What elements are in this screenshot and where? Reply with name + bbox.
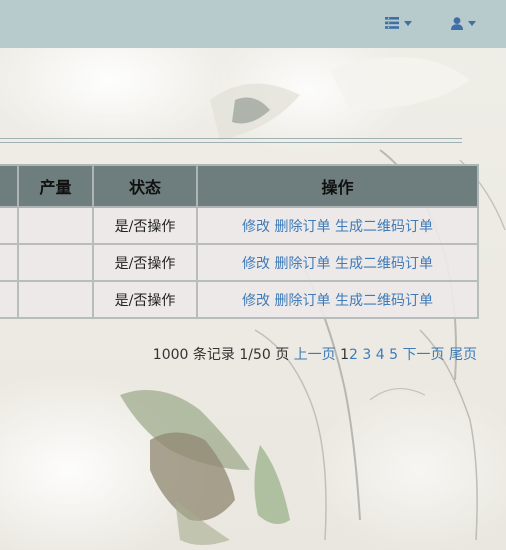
user-dropdown-button[interactable] xyxy=(451,15,476,31)
delete-order-link[interactable]: 删除订单 xyxy=(275,256,331,272)
cell-truncated xyxy=(0,280,19,319)
delete-order-link[interactable]: 删除订单 xyxy=(275,293,331,309)
current-page: 1 xyxy=(340,347,350,363)
next-page-link[interactable]: 下一页 xyxy=(403,347,445,363)
page-link-2[interactable]: 2 xyxy=(349,347,358,363)
generate-qr-order-link[interactable]: 生成二维码订单 xyxy=(335,256,433,272)
caret-down-icon xyxy=(468,20,476,26)
edit-link[interactable]: 修改 xyxy=(242,256,270,272)
divider-line xyxy=(0,138,462,139)
cell-truncated xyxy=(0,206,19,245)
edit-link[interactable]: 修改 xyxy=(242,293,270,309)
column-header-status: 状态 xyxy=(92,164,198,208)
cell-actions: 修改 删除订单 生成二维码订单 xyxy=(196,206,479,245)
cell-actions: 修改 删除订单 生成二维码订单 xyxy=(196,280,479,319)
page-link-5[interactable]: 5 xyxy=(389,347,398,363)
cell-status: 是/否操作 xyxy=(92,206,198,245)
top-navbar xyxy=(0,0,506,48)
page-link-4[interactable]: 4 xyxy=(376,347,385,363)
cell-output xyxy=(17,243,94,282)
delete-order-link[interactable]: 删除订单 xyxy=(275,219,331,235)
prev-page-link[interactable]: 上一页 xyxy=(294,347,336,363)
cell-status: 是/否操作 xyxy=(92,280,198,319)
generate-qr-order-link[interactable]: 生成二维码订单 xyxy=(335,293,433,309)
cell-output xyxy=(17,206,94,245)
cell-truncated xyxy=(0,243,19,282)
list-icon xyxy=(385,17,399,29)
record-summary: 1000 条记录 1/50 页 xyxy=(152,347,290,363)
pagination: 1000 条记录 1/50 页 上一页 12 3 4 5 下一页 尾页 xyxy=(153,344,477,364)
table-row: 是/否操作 修改 删除订单 生成二维码订单 xyxy=(0,280,479,319)
caret-down-icon xyxy=(404,20,412,26)
menu-dropdown-button[interactable] xyxy=(385,15,412,31)
last-page-link[interactable]: 尾页 xyxy=(449,347,477,363)
orders-table: 产量 状态 操作 是/否操作 修改 删除订单 生成二维码订单 是/否操作 修改 … xyxy=(0,164,479,319)
table-row: 是/否操作 修改 删除订单 生成二维码订单 xyxy=(0,243,479,282)
column-header-output: 产量 xyxy=(17,164,94,208)
page-link-3[interactable]: 3 xyxy=(362,347,371,363)
table-row: 是/否操作 修改 删除订单 生成二维码订单 xyxy=(0,206,479,245)
table-header-row: 产量 状态 操作 xyxy=(0,164,479,208)
cell-status: 是/否操作 xyxy=(92,243,198,282)
user-icon xyxy=(451,16,463,30)
column-header-actions: 操作 xyxy=(196,164,479,208)
divider-line xyxy=(0,142,462,143)
edit-link[interactable]: 修改 xyxy=(242,219,270,235)
column-header-truncated xyxy=(0,164,19,208)
generate-qr-order-link[interactable]: 生成二维码订单 xyxy=(335,219,433,235)
cell-actions: 修改 删除订单 生成二维码订单 xyxy=(196,243,479,282)
cell-output xyxy=(17,280,94,319)
